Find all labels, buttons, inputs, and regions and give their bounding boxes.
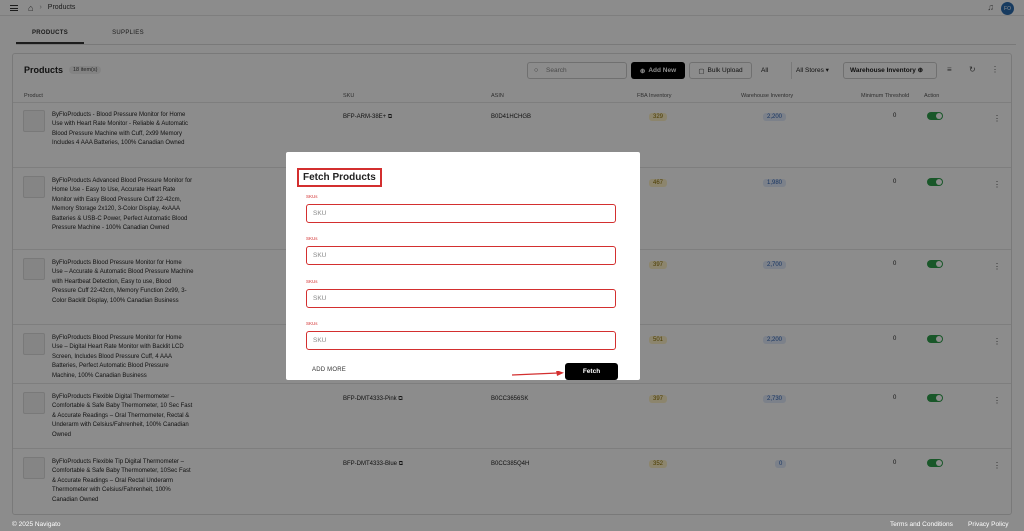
sku-field-label: SKUs: [306, 321, 318, 326]
sku-field-label: SKUs: [306, 194, 318, 199]
sku-field-label: SKUs: [306, 236, 318, 241]
copyright: © 2025 Navigato: [12, 521, 61, 528]
fetch-button[interactable]: Fetch: [565, 363, 618, 380]
footer: © 2025 Navigato Terms and Conditions Pri…: [0, 518, 1024, 531]
sku-input[interactable]: SKU: [306, 289, 616, 308]
red-arrow-annotation: [512, 371, 564, 376]
fetch-products-modal: Fetch Products SKUs SKU SKUs SKU SKUs SK…: [286, 152, 640, 380]
modal-title: Fetch Products: [297, 168, 382, 187]
sku-input[interactable]: SKU: [306, 331, 616, 350]
sku-input[interactable]: SKU: [306, 204, 616, 223]
privacy-link[interactable]: Privacy Policy: [968, 521, 1008, 528]
terms-link[interactable]: Terms and Conditions: [890, 521, 953, 528]
sku-input[interactable]: SKU: [306, 246, 616, 265]
sku-field-label: SKUs: [306, 279, 318, 284]
add-more-button[interactable]: ADD MORE: [312, 367, 346, 373]
